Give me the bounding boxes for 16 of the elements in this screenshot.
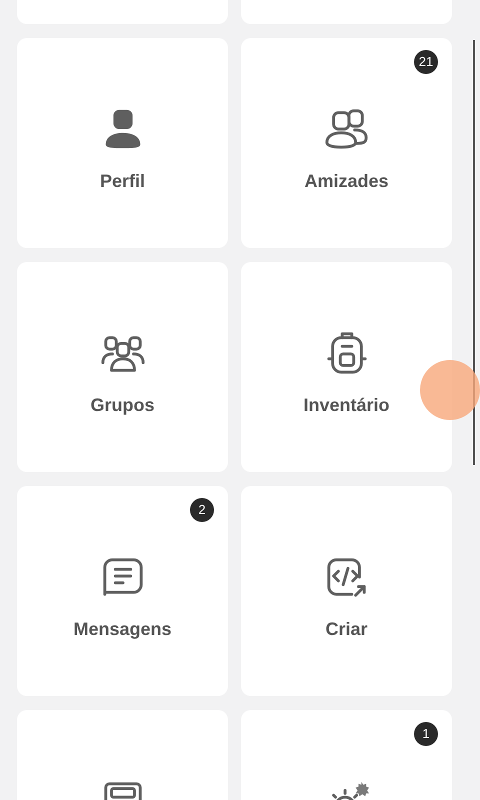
tile-label: Grupos — [90, 394, 154, 417]
count-badge: 2 — [190, 498, 214, 522]
tile-card[interactable]: Inventário — [241, 262, 452, 472]
tile-card[interactable]: Amizades 21 — [241, 38, 452, 248]
tile-card[interactable]: Criar — [241, 486, 452, 696]
tile-label: Criar — [325, 618, 368, 641]
count-badge: 1 — [414, 722, 438, 746]
tile-card[interactable]: 1 — [241, 710, 452, 800]
count-badge: 21 — [414, 50, 438, 74]
tile-card[interactable]: Perfil — [17, 38, 228, 248]
tile-label: Mensagens — [73, 618, 172, 641]
tile-label: Inventário — [303, 394, 390, 417]
tile-label: Amizades — [304, 170, 389, 193]
tile-label: Perfil — [100, 170, 146, 193]
tile-card[interactable]: Mensagens 2 — [17, 486, 228, 696]
tile-card[interactable]: Grupos — [17, 262, 228, 472]
